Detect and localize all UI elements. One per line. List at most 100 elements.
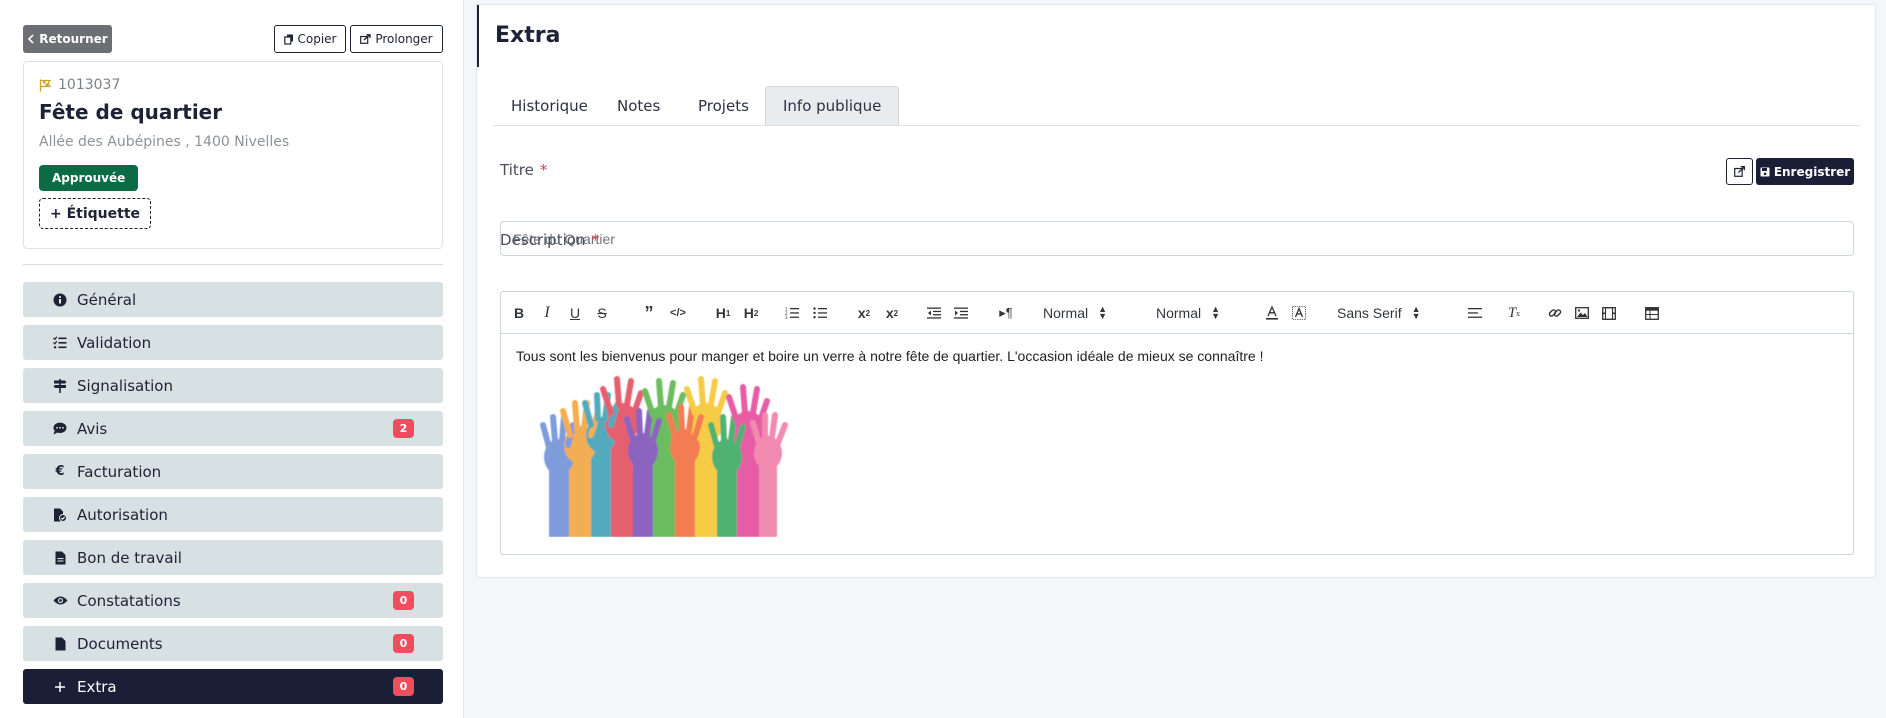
info-circle-icon bbox=[51, 293, 69, 307]
checklist-icon bbox=[51, 336, 69, 349]
sidebar-item-constatations[interactable]: Constatations 0 bbox=[23, 583, 443, 618]
tab-public-info[interactable]: Info publique bbox=[765, 86, 900, 125]
chevron-left-icon bbox=[28, 34, 34, 44]
indent-icon[interactable] bbox=[953, 303, 969, 323]
background-color-icon[interactable] bbox=[1291, 303, 1307, 323]
euro-icon: € bbox=[55, 464, 65, 479]
sidebar-item-validation[interactable]: Validation bbox=[23, 325, 443, 360]
case-address: Allée des Aubépines , 1400 Nivelles bbox=[39, 134, 290, 150]
heading-1-icon[interactable]: H1 bbox=[712, 303, 734, 323]
copy-label: Copier bbox=[297, 32, 337, 46]
sidebar-item-facturation[interactable]: € Facturation bbox=[23, 454, 443, 489]
description-label-text: Description bbox=[500, 231, 586, 249]
signpost-icon bbox=[51, 378, 69, 393]
font-select-value: Sans Serif bbox=[1337, 305, 1402, 321]
plus-icon bbox=[51, 681, 69, 693]
sidebar-item-avis[interactable]: Avis 2 bbox=[23, 411, 443, 446]
header-select[interactable]: Normal ▲ ▼ bbox=[1043, 303, 1107, 323]
case-reference: 1013037 bbox=[39, 77, 120, 93]
floppy-disk-icon bbox=[1760, 167, 1770, 176]
text-color-icon[interactable] bbox=[1264, 303, 1280, 323]
required-marker: * bbox=[591, 231, 599, 249]
size-select[interactable]: Normal ▲ ▼ bbox=[1156, 303, 1220, 323]
outdent-icon[interactable] bbox=[926, 303, 942, 323]
add-label-button[interactable]: + Étiquette bbox=[39, 198, 152, 229]
case-title: Fête de quartier bbox=[39, 100, 223, 124]
extend-button[interactable]: Prolonger bbox=[350, 25, 443, 53]
select-arrows-icon: ▲ ▼ bbox=[1211, 304, 1221, 321]
external-link-icon bbox=[1734, 166, 1745, 177]
bullet-list-icon[interactable] bbox=[812, 303, 828, 323]
underline-icon[interactable]: U bbox=[567, 303, 583, 323]
subscript-icon[interactable]: x2 bbox=[855, 303, 873, 323]
sidebar-item-general[interactable]: Général bbox=[23, 282, 443, 317]
font-select[interactable]: Sans Serif ▲ ▼ bbox=[1337, 303, 1421, 323]
title-field-label: Titre * bbox=[500, 161, 547, 179]
count-badge: 0 bbox=[393, 634, 414, 653]
sidebar-item-extra[interactable]: Extra 0 bbox=[23, 669, 443, 704]
copy-button[interactable]: Copier bbox=[274, 25, 346, 53]
image-icon[interactable] bbox=[1574, 303, 1590, 323]
blockquote-icon[interactable]: ” bbox=[641, 303, 657, 323]
strike-icon[interactable]: S bbox=[594, 303, 610, 323]
select-arrows-icon: ▲ ▼ bbox=[1098, 304, 1108, 321]
ordered-list-icon[interactable]: 123 bbox=[784, 303, 800, 323]
bold-icon[interactable]: B bbox=[511, 303, 527, 323]
sidebar-item-label: Documents bbox=[77, 634, 163, 653]
count-badge: 0 bbox=[393, 677, 414, 696]
save-button[interactable]: Enregistrer bbox=[1756, 158, 1854, 185]
status-badge: Approuvée bbox=[39, 165, 139, 191]
back-button[interactable]: Retourner bbox=[23, 25, 112, 53]
tab-history[interactable]: Historique bbox=[494, 86, 605, 125]
raised-hands-image bbox=[540, 376, 788, 537]
sidebar-item-work-order[interactable]: Bon de travail bbox=[23, 540, 443, 575]
svg-text:3: 3 bbox=[785, 315, 788, 319]
tab-notes[interactable]: Notes bbox=[600, 86, 677, 125]
text-direction-icon[interactable]: ▸¶ bbox=[997, 303, 1015, 323]
video-icon[interactable] bbox=[1601, 303, 1617, 323]
sidebar-item-label: Bon de travail bbox=[77, 548, 182, 567]
sidebar-item-label: Autorisation bbox=[77, 505, 168, 524]
code-icon[interactable]: </> bbox=[669, 303, 687, 323]
title-label-text: Titre bbox=[500, 161, 534, 179]
rich-text-editor: B I U S ” </> H1 H2 123 x2 x2 ▸¶ Normal … bbox=[500, 291, 1854, 555]
file-icon bbox=[51, 637, 69, 651]
sidebar-item-documents[interactable]: Documents 0 bbox=[23, 626, 443, 661]
clear-format-icon[interactable]: Tx bbox=[1505, 303, 1523, 323]
tab-projects[interactable]: Projets bbox=[681, 86, 766, 125]
file-check-icon bbox=[51, 508, 69, 522]
divider bbox=[23, 264, 443, 265]
editor-content[interactable]: Tous sont les bienvenus pour manger et b… bbox=[516, 348, 1263, 364]
description-field-label: Description * bbox=[500, 231, 599, 249]
sidebar-item-signalisation[interactable]: Signalisation bbox=[23, 368, 443, 403]
editor-toolbar: B I U S ” </> H1 H2 123 x2 x2 ▸¶ Normal … bbox=[501, 292, 1853, 334]
extend-label: Prolonger bbox=[375, 32, 433, 46]
flag-icon bbox=[39, 79, 52, 91]
sidebar-item-autorisation[interactable]: Autorisation bbox=[23, 497, 443, 532]
sidebar-item-label: Avis bbox=[77, 419, 108, 438]
link-icon[interactable] bbox=[1547, 303, 1563, 323]
open-external-button[interactable] bbox=[1726, 158, 1753, 185]
count-badge: 2 bbox=[393, 419, 414, 438]
align-icon[interactable] bbox=[1467, 303, 1483, 323]
reference-number: 1013037 bbox=[58, 77, 121, 93]
eye-icon bbox=[51, 595, 69, 606]
required-marker: * bbox=[539, 161, 548, 179]
sidebar-item-label: Facturation bbox=[77, 462, 162, 481]
title-input[interactable]: Fête du Quartier bbox=[500, 221, 1854, 256]
title-accent bbox=[477, 5, 479, 67]
italic-icon[interactable]: I bbox=[539, 303, 555, 323]
size-select-value: Normal bbox=[1156, 305, 1202, 321]
count-badge: 0 bbox=[393, 591, 414, 610]
case-summary-card: 1013037 Fête de quartier Allée des Aubép… bbox=[23, 61, 443, 249]
heading-2-icon[interactable]: H2 bbox=[740, 303, 762, 323]
sidebar-item-label: Validation bbox=[77, 333, 152, 352]
back-label: Retourner bbox=[39, 32, 108, 46]
save-label: Enregistrer bbox=[1773, 164, 1851, 179]
table-icon[interactable] bbox=[1644, 303, 1660, 323]
header-select-value: Normal bbox=[1043, 305, 1089, 321]
sidebar-item-label: Constatations bbox=[77, 591, 181, 610]
sidebar-item-label: Extra bbox=[77, 677, 117, 696]
sidebar-item-label: Général bbox=[77, 290, 137, 309]
superscript-icon[interactable]: x2 bbox=[883, 303, 901, 323]
